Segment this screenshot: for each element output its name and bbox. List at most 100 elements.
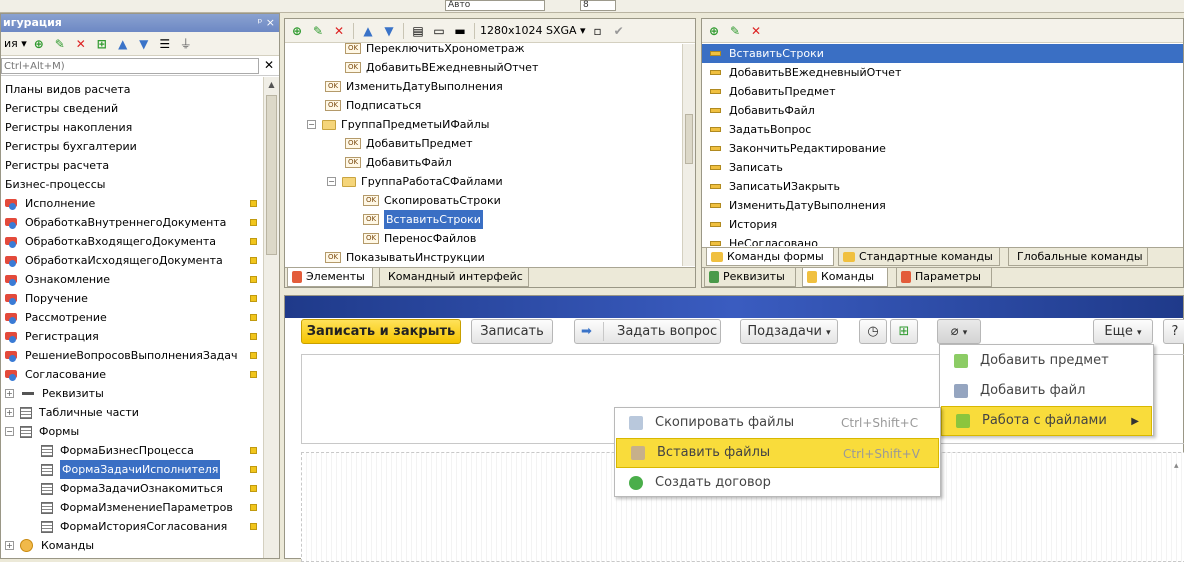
move-up-icon[interactable]: ▲	[359, 22, 377, 40]
subtab-1[interactable]: Стандартные команды	[838, 248, 1000, 266]
attach-menu-item[interactable]: Работа с файлами ▶	[941, 406, 1152, 436]
tree-item[interactable]: Регистры сведений	[5, 99, 118, 118]
delete-icon[interactable]: ✕	[72, 35, 90, 53]
elements-scrollbar[interactable]	[682, 44, 695, 266]
add-element-icon[interactable]: ⊕	[288, 22, 306, 40]
tab-elements[interactable]: Элементы	[287, 268, 373, 287]
tree-item[interactable]: ФормаИсторияСогласования	[41, 517, 227, 536]
add-icon[interactable]: ⊕	[30, 35, 48, 53]
tree-item[interactable]: Исполнение	[5, 194, 95, 213]
tree-item[interactable]: + Реквизиты	[5, 384, 104, 403]
command-item[interactable]: ВставитьСтроки	[702, 44, 1183, 63]
expand-icon[interactable]: +	[5, 541, 14, 550]
add-subtask-icon[interactable]: ⊞	[890, 319, 918, 344]
search-input[interactable]	[1, 58, 259, 74]
tree-item[interactable]: + Табличные части	[5, 403, 139, 422]
tree-item[interactable]: Планы видов расчета	[5, 80, 131, 99]
element-item[interactable]: OK ПереключитьХронометраж	[345, 39, 525, 58]
command-item[interactable]: НеСогласовано	[702, 234, 1183, 246]
font-field[interactable]: Авто	[445, 0, 545, 11]
edit-command-icon[interactable]: ✎	[726, 22, 744, 40]
command-item[interactable]: ДобавитьФайл	[702, 101, 1183, 120]
tree-item[interactable]: ОбработкаИсходящегоДокумента	[5, 251, 223, 270]
tree-item[interactable]: РешениеВопросовВыполненияЗадач	[5, 346, 238, 365]
expand-icon[interactable]: +	[5, 389, 14, 398]
command-item[interactable]: ЗакончитьРедактирование	[702, 139, 1183, 158]
element-item[interactable]: OK Подписаться	[325, 96, 421, 115]
element-item[interactable]: − ГруппаРаботаСФайлами	[327, 172, 503, 191]
subtab-0[interactable]: Команды формы	[706, 248, 834, 266]
tab-1[interactable]: Команды	[802, 268, 888, 287]
element-item[interactable]: OK ДобавитьПредмет	[345, 134, 472, 153]
command-item[interactable]: ИзменитьДатуВыполнения	[702, 196, 1183, 215]
command-item[interactable]: ДобавитьВЕжедневныйОтчет	[702, 63, 1183, 82]
tree-scrollbar[interactable]: ▲	[263, 77, 279, 558]
tree-item[interactable]: + Команды	[5, 536, 94, 555]
subtasks-button[interactable]: Подзадачи ▾	[740, 319, 838, 344]
tree-item[interactable]: Регистрация	[5, 327, 99, 346]
files-menu-item[interactable]: Вставить файлы Ctrl+Shift+V	[616, 438, 939, 468]
expand-icon[interactable]: +	[5, 408, 14, 417]
save-button[interactable]: Записать	[471, 319, 553, 344]
move-down-icon[interactable]: ▼	[135, 35, 153, 53]
save-close-button[interactable]: Записать и закрыть	[301, 319, 461, 344]
command-item[interactable]: ЗадатьВопрос	[702, 120, 1183, 139]
preview-icon[interactable]: ▫	[589, 22, 607, 40]
element-item[interactable]: OK СкопироватьСтроки	[363, 191, 501, 210]
tree-item[interactable]: Регистры бухгалтерии	[5, 137, 137, 156]
delete-command-icon[interactable]: ✕	[747, 22, 765, 40]
element-item[interactable]: OK ИзменитьДатуВыполнения	[325, 77, 503, 96]
element-item[interactable]: OK ДобавитьВЕжедневныйОтчет	[345, 58, 538, 77]
collapse-icon[interactable]: −	[307, 120, 316, 129]
tree-item[interactable]: Регистры расчета	[5, 156, 109, 175]
element-item[interactable]: OK ПоказыватьИнструкции	[325, 248, 485, 267]
more-button[interactable]: Еще ▾	[1093, 319, 1153, 344]
check-icon[interactable]: ✔	[610, 22, 628, 40]
tree-item[interactable]: Рассмотрение	[5, 308, 107, 327]
collapse-icon[interactable]: −	[327, 177, 336, 186]
ask-question-button[interactable]: ➡ Задать вопрос	[574, 319, 721, 344]
add-command-icon[interactable]: ⊕	[705, 22, 723, 40]
command-item[interactable]: ЗаписатьИЗакрыть	[702, 177, 1183, 196]
attach-menu-item[interactable]: Добавить файл	[940, 376, 1153, 406]
files-menu-item[interactable]: Создать договор	[615, 468, 940, 498]
list-icon[interactable]: ☰	[156, 35, 174, 53]
help-button[interactable]: ?	[1163, 319, 1184, 344]
tree-item[interactable]: Ознакомление	[5, 270, 110, 289]
delete-element-icon[interactable]: ✕	[330, 22, 348, 40]
actions-menu[interactable]: ия ▾	[4, 37, 27, 50]
element-item[interactable]: OK ВставитьСтроки	[363, 210, 483, 229]
element-item[interactable]: OK ДобавитьФайл	[345, 153, 452, 172]
tab-command-interface[interactable]: Командный интерфейс	[379, 268, 529, 287]
command-item[interactable]: ДобавитьПредмет	[702, 82, 1183, 101]
tab-0[interactable]: Реквизиты	[704, 268, 796, 287]
element-item[interactable]: − ГруппаПредметыИФайлы	[307, 115, 489, 134]
expand-icon[interactable]: −	[5, 427, 14, 436]
command-item[interactable]: История	[702, 215, 1183, 234]
font-size-field[interactable]: 8	[580, 0, 616, 11]
tree-item[interactable]: ФормаЗадачиОзнакомиться	[41, 479, 223, 498]
edit-element-icon[interactable]: ✎	[309, 22, 327, 40]
move-up-icon[interactable]: ▲	[114, 35, 132, 53]
subtab-2[interactable]: Глобальные команды	[1008, 248, 1148, 266]
tab-2[interactable]: Параметры	[896, 268, 992, 287]
attachment-button[interactable]: ⌀ ▾	[937, 319, 981, 344]
tree-item[interactable]: ФормаБизнесПроцесса	[41, 441, 194, 460]
element-item[interactable]: OK ПереносФайлов	[363, 229, 476, 248]
command-item[interactable]: Записать	[702, 158, 1183, 177]
layout-icon[interactable]: ▬	[451, 22, 469, 40]
tree-item[interactable]: Поручение	[5, 289, 88, 308]
tree-item[interactable]: Регистры накопления	[5, 118, 132, 137]
tree-item[interactable]: ОбработкаВходящегоДокумента	[5, 232, 216, 251]
edit-icon[interactable]: ✎	[51, 35, 69, 53]
clock-icon[interactable]: ◷	[859, 319, 887, 344]
scroll-up-icon[interactable]: ▴	[1174, 461, 1179, 471]
tree-item[interactable]: − Формы	[5, 422, 79, 441]
view-icon[interactable]: ▭	[430, 22, 448, 40]
move-down-icon[interactable]: ▼	[380, 22, 398, 40]
tree-item[interactable]: Бизнес-процессы	[5, 175, 105, 194]
properties-icon[interactable]: ▤	[409, 22, 427, 40]
tree-item[interactable]: ФормаИзменениеПараметров	[41, 498, 233, 517]
filter-icon[interactable]: ⏚	[177, 35, 195, 53]
panel-close-icon[interactable]: ᵖ ×	[258, 14, 275, 32]
